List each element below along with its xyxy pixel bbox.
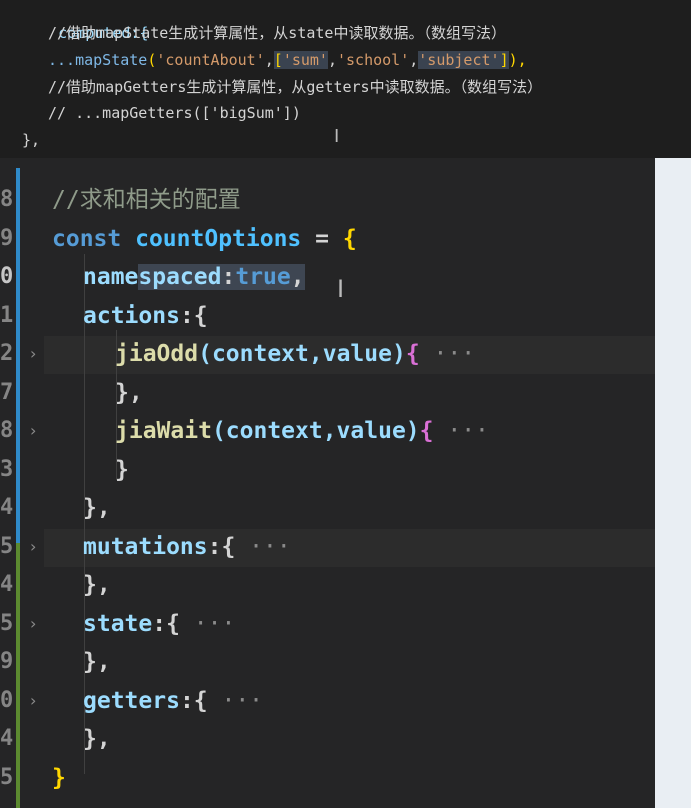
top-code-snippet: computed:{ //借助mapState生成计算属性，从state中读取数…: [0, 0, 691, 160]
string-literal: 'countAbout': [156, 51, 265, 69]
chevron-right-icon[interactable]: ›: [30, 335, 36, 373]
punctuation: :{: [179, 688, 208, 714]
folded-ellipsis[interactable]: ···: [434, 418, 489, 444]
code-line: namespaced:true,: [83, 258, 305, 296]
line-number: 4: [0, 726, 14, 751]
code-line: computed:{: [22, 0, 148, 42]
chevron-right-icon[interactable]: ›: [30, 412, 36, 450]
code-line: ...mapState('countAbout',['sum','school'…: [48, 47, 527, 73]
line-number: 0: [0, 688, 14, 713]
code-line: actions:{: [83, 297, 208, 335]
function-name: jiaWait: [115, 418, 212, 444]
code-line: },: [22, 131, 41, 149]
punctuation: :{: [179, 303, 208, 329]
code-line: },: [83, 649, 111, 675]
comma: ,: [290, 264, 305, 290]
property-name: state: [83, 611, 153, 637]
property-name: mutations: [83, 534, 208, 560]
code-line: },: [83, 726, 111, 752]
bracket: ]: [499, 51, 509, 69]
bracket: [: [273, 51, 283, 69]
chevron-right-icon[interactable]: ›: [30, 528, 36, 566]
line-number: 4: [0, 572, 14, 597]
line-number: 5: [0, 611, 14, 636]
code-line: },: [115, 380, 143, 406]
comment-line: //借助mapState生成计算属性，从state中读取数据。（数组写法）: [48, 24, 506, 42]
operator: =: [301, 226, 343, 252]
comment-line: //求和相关的配置: [52, 187, 241, 213]
gutter-modified-bar: [16, 168, 20, 543]
text-cursor-icon: I: [334, 126, 340, 147]
chevron-right-icon[interactable]: ›: [30, 605, 36, 643]
brace: }: [52, 765, 66, 791]
line-number: 4: [0, 495, 14, 520]
line-number: 5: [0, 534, 14, 559]
folded-ellipsis[interactable]: ···: [180, 611, 236, 637]
line-number: 7: [0, 380, 14, 405]
keyword: const: [52, 226, 122, 252]
property-name: name: [83, 264, 139, 290]
brace: {: [342, 226, 357, 252]
comment-line: // ...mapGetters(['bigSum']): [48, 104, 301, 122]
parameters: (context,value): [211, 418, 420, 444]
paren: ),: [508, 51, 527, 69]
code-line: state:{ ···: [83, 605, 235, 643]
boolean-literal: true: [235, 264, 291, 290]
string-literal: 'school': [337, 51, 410, 69]
folded-ellipsis[interactable]: ···: [208, 688, 263, 714]
line-number: 8: [0, 418, 14, 443]
brace: {: [419, 418, 434, 444]
comment-line: //借助mapGetters生成计算属性，从getters中读取数据。（数组写法…: [48, 78, 543, 96]
line-number: 5: [0, 765, 14, 790]
code-line: }: [115, 457, 129, 483]
code-line: const countOptions = {: [52, 220, 357, 258]
text-cursor-icon: I: [337, 275, 345, 303]
property-name-selected: spaced: [138, 264, 222, 290]
comma: ,: [264, 51, 274, 69]
line-number: 1: [0, 303, 14, 328]
punctuation: :{: [207, 534, 236, 560]
line-number: 9: [0, 226, 14, 251]
function-name: jiaOdd: [115, 341, 199, 367]
gutter-added-bar: [16, 543, 20, 808]
brace: {: [405, 341, 420, 367]
line-number: 9: [0, 649, 14, 674]
line-number: 2: [0, 341, 14, 366]
folded-ellipsis[interactable]: ···: [420, 341, 476, 367]
code-line: }: [52, 759, 66, 797]
line-number: 0: [0, 264, 14, 289]
string-literal: 'sum': [282, 51, 328, 69]
chevron-right-icon[interactable]: ›: [30, 682, 36, 720]
code-line: jiaOdd(context,value){ ···: [115, 335, 475, 373]
background-strip: [655, 158, 691, 808]
line-number: 8: [0, 187, 14, 212]
variable-name: countOptions: [135, 226, 302, 252]
code-line: getters:{ ···: [83, 682, 263, 720]
property-name: actions: [83, 303, 180, 329]
code-line: mutations:{ ···: [83, 528, 291, 566]
colon: :: [221, 264, 236, 290]
string-literal: 'subject': [418, 51, 500, 69]
comma: ,: [409, 51, 419, 69]
line-number: 3: [0, 457, 14, 482]
code-line: },: [83, 495, 111, 521]
code-line: jiaWait(context,value){ ···: [115, 412, 489, 450]
punctuation: :{: [152, 611, 180, 637]
comma: ,: [327, 51, 337, 69]
folded-ellipsis[interactable]: ···: [235, 534, 291, 560]
code-editor[interactable]: 8 9 0 1 2 7 8 3 4 5 4 5 9 0 4 5 › › › › …: [0, 158, 655, 808]
spread-operator: ...: [48, 51, 76, 69]
function-name: mapState: [75, 51, 148, 69]
code-line: },: [83, 572, 111, 598]
property-name: getters: [83, 688, 180, 714]
parameters: (context,value): [198, 341, 406, 367]
